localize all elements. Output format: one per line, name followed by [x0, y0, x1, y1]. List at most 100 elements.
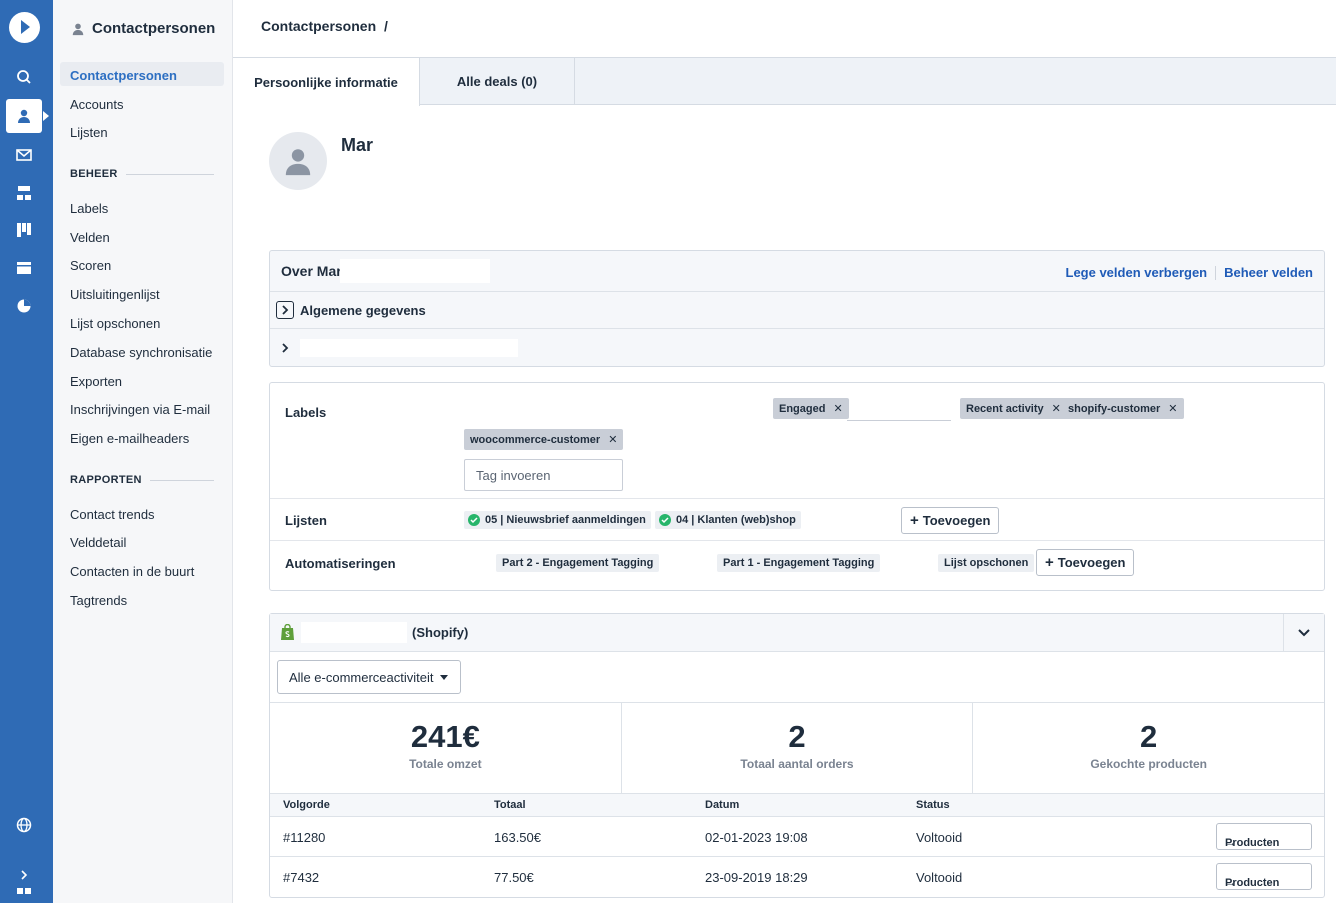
avatar-person-icon — [285, 149, 311, 176]
breadcrumb-root[interactable]: Contactpersonen — [261, 18, 376, 34]
sidebar-item-scoren[interactable]: Scoren — [70, 258, 111, 273]
redacted-block — [339, 259, 490, 283]
labels-row: Labels Engaged ✕ Recent activity ✕ shopify… — [270, 383, 1324, 499]
list-chip[interactable]: 04 | Klanten (web)shop — [655, 511, 801, 529]
automation-chip[interactable]: Lijst opschonen — [938, 554, 1035, 572]
col-totaal: Totaal — [494, 799, 526, 811]
sidebar-item-velden[interactable]: Velden — [70, 230, 110, 245]
app-rail — [0, 0, 53, 903]
add-automation-button[interactable]: + Toevoegen — [1036, 549, 1135, 576]
sidebar-item-labels[interactable]: Labels — [70, 201, 108, 216]
automation-chip[interactable]: Part 1 - Engagement Tagging — [717, 554, 881, 572]
globe-icon[interactable] — [6, 808, 42, 842]
plus-icon: + — [1045, 554, 1054, 571]
label-chip: Engaged ✕ — [773, 398, 849, 419]
shop-source: (Shopify) — [412, 625, 469, 640]
tab-persoonlijke-informatie[interactable]: Persoonlijke informatie — [233, 58, 420, 106]
chevron-right-icon — [276, 339, 294, 357]
label-chip: woocommerce-customer ✕ — [464, 429, 624, 450]
ecommerce-filter-select[interactable]: Alle e-commerceactiviteit — [277, 660, 461, 694]
breadcrumb-separator: / — [384, 18, 388, 34]
reports-icon[interactable] — [6, 289, 42, 323]
tab-alle-deals[interactable]: Alle deals (0) — [420, 58, 575, 105]
avatar[interactable] — [269, 132, 327, 190]
redacted-block — [300, 338, 518, 357]
sidebar-item-contacten-buurt[interactable]: Contacten in de buurt — [70, 564, 194, 579]
section-general[interactable]: Algemene gegevens — [270, 292, 1324, 329]
plus-icon: + — [910, 512, 919, 529]
manage-fields-link[interactable]: Beheer velden — [1224, 265, 1313, 280]
chevron-down-icon — [1298, 628, 1310, 636]
sidebar-item-exporten[interactable]: Exporten — [70, 374, 122, 389]
shopify-header: (Shopify) — [270, 614, 1324, 652]
sidebar-item-inschrijvingen[interactable]: Inschrijvingen via E-mail — [70, 402, 210, 417]
table-row: #7432 77.50€ 23-09-2019 18:29 Voltooid P… — [270, 857, 1324, 897]
automations-title: Automatiseringen — [285, 556, 396, 571]
lists-row: Lijsten 05 | Nieuwsbrief aanmeldingen 04… — [270, 499, 1324, 541]
pipeline-icon[interactable] — [6, 213, 42, 247]
chevron-right-icon — [276, 301, 294, 319]
section-general-label: Algemene gegevens — [300, 302, 426, 318]
redacted-block — [301, 622, 407, 643]
details-panel: Labels Engaged ✕ Recent activity ✕ shopify… — [269, 382, 1325, 591]
logo-icon[interactable] — [9, 12, 40, 43]
check-icon — [468, 514, 480, 526]
search-icon[interactable] — [6, 60, 42, 94]
contact-name: Mar — [341, 135, 374, 155]
shopify-panel: (Shopify) Alle e-commerceactiviteit 241€… — [269, 613, 1325, 898]
tag-input[interactable]: Tag invoeren — [464, 459, 623, 491]
automations-row: Automatiseringen Part 2 - Engagement Tag… — [270, 541, 1324, 590]
tab-bar: Persoonlijke informatie Alle deals (0) — [233, 57, 1336, 106]
stat-total-orders: 2 Totaal aantal orders — [622, 703, 974, 793]
apps-icon[interactable] — [6, 886, 42, 903]
stats-row: 241€ Totale omzet 2 Totaal aantal orders 2… — [270, 702, 1324, 794]
remove-icon[interactable]: ✕ — [608, 433, 617, 446]
label-chip: shopify-customer ✕ — [1062, 398, 1184, 419]
contacts-icon[interactable] — [6, 99, 49, 133]
arrow-right-icon: → — [1225, 837, 1236, 849]
sidebar-item-tagtrends[interactable]: Tagtrends — [70, 593, 127, 608]
contacts-sidebar: Contactpersonen Contactpersonen Accounts… — [53, 0, 233, 903]
sidebar-item-contact-trends[interactable]: Contact trends — [70, 507, 155, 522]
sidebar-item-lijst-opschonen[interactable]: Lijst opschonen — [70, 316, 160, 331]
automation-icon[interactable] — [6, 176, 42, 210]
stat-products-bought: 2 Gekochte producten — [1090, 719, 1208, 771]
shopify-bag-icon — [281, 624, 294, 640]
about-actions: Lege velden verbergen Beheer velden — [1066, 265, 1313, 280]
stat-total-revenue: 241€ Totale omzet — [270, 703, 622, 793]
products-button[interactable]: Producten → — [1216, 823, 1312, 850]
orders-table-header: Volgorde Totaal Datum Status — [270, 794, 1324, 817]
arrow-right-icon: → — [1225, 877, 1236, 889]
list-chip[interactable]: 05 | Nieuwsbrief aanmeldingen — [464, 511, 651, 529]
hide-empty-fields-link[interactable]: Lege velden verbergen — [1066, 265, 1208, 280]
products-button[interactable]: Producten → — [1216, 863, 1312, 890]
breadcrumb: Contactpersonen / — [261, 18, 388, 34]
section-collapsed[interactable] — [270, 329, 1324, 366]
about-panel: Over Mar Lege velden verbergen Beheer ve… — [269, 250, 1325, 367]
lists-title: Lijsten — [285, 513, 327, 528]
sidebar-item-lijsten[interactable]: Lijsten — [70, 125, 108, 140]
sidebar-item-velddetail[interactable]: Velddetail — [70, 535, 126, 550]
check-icon — [659, 514, 671, 526]
sidebar-item-accounts[interactable]: Accounts — [70, 97, 123, 112]
label-chip: Recent activity ✕ — [960, 398, 1067, 419]
remove-icon[interactable]: ✕ — [1052, 402, 1061, 415]
collapse-toggle[interactable] — [1283, 614, 1324, 651]
forms-icon[interactable] — [6, 251, 42, 285]
col-status: Status — [916, 799, 950, 811]
mail-icon[interactable] — [6, 138, 42, 172]
sidebar-item-eigen-emailheaders[interactable]: Eigen e-mailheaders — [70, 431, 189, 446]
remove-icon[interactable]: ✕ — [1168, 402, 1177, 415]
sidebar-item-database-sync[interactable]: Database synchronisatie — [70, 345, 212, 360]
automation-chip[interactable]: Part 2 - Engagement Tagging — [496, 554, 660, 572]
remove-icon[interactable]: ✕ — [833, 402, 842, 415]
col-datum: Datum — [705, 799, 740, 811]
person-icon — [72, 23, 84, 35]
sidebar-section-beheer: BEHEER — [70, 168, 214, 180]
tag-underline — [847, 420, 951, 421]
sidebar-item-uitsluitingenlijst[interactable]: Uitsluitingenlijst — [70, 287, 160, 302]
table-row: #11280 163.50€ 02-01-2023 19:08 Voltooid… — [270, 817, 1324, 857]
sidebar-item-contactpersonen[interactable]: Contactpersonen — [60, 62, 224, 86]
add-list-button[interactable]: + Toevoegen — [901, 507, 1000, 534]
main-content: Contactpersonen / Persoonlijke informati… — [233, 0, 1336, 903]
